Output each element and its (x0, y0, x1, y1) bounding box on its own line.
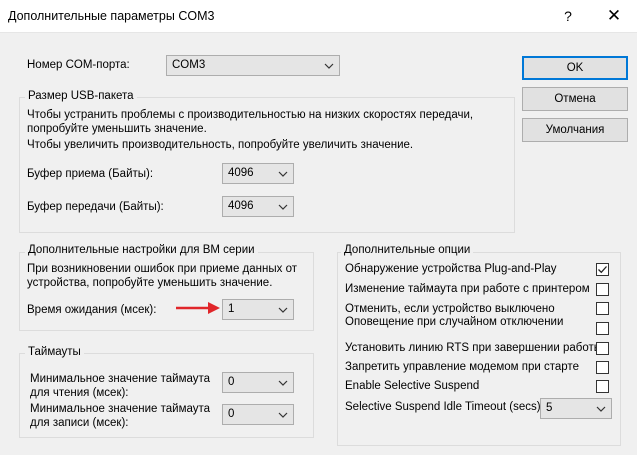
chevron-down-icon (596, 406, 606, 412)
option-checkbox-rts-on-close[interactable] (596, 342, 609, 355)
chevron-down-icon (278, 171, 288, 177)
read-timeout-value: 0 (228, 376, 235, 388)
write-timeout-label-line2: для записи (мсек): (30, 417, 129, 429)
write-timeout-value: 0 (228, 408, 235, 420)
cancel-button[interactable]: Отмена (522, 87, 628, 111)
read-timeout-label-line2: для чтения (мсек): (30, 387, 129, 399)
latency-label: Время ожидания (мсек): (27, 304, 157, 316)
option-checkbox-cancel-if-off[interactable] (596, 302, 609, 315)
option-checkbox-printer-timeout[interactable] (596, 283, 609, 296)
close-button[interactable]: ✕ (594, 2, 634, 30)
write-timeout-label-line1: Минимальное значение таймаута (30, 403, 211, 415)
ok-button[interactable]: OK (522, 56, 628, 80)
latency-value: 1 (228, 303, 235, 315)
option-label-rts-on-close: Установить линию RTS при завершении рабо… (345, 342, 603, 354)
chevron-down-icon (324, 63, 334, 69)
option-label-disable-modem-ctrl: Запретить управление модемом при старте (345, 361, 579, 373)
idle-timeout-value: 5 (546, 402, 553, 414)
arrow-right-icon (176, 302, 220, 314)
option-checkbox-disable-modem-ctrl[interactable] (596, 361, 609, 374)
option-label-cancel-if-off: Отменить, если устройство выключено (345, 303, 555, 315)
help-button[interactable]: ? (548, 2, 588, 30)
chevron-down-icon (278, 307, 288, 313)
chevron-down-icon (278, 204, 288, 210)
read-timeout-select[interactable]: 0 (222, 372, 294, 393)
usb-desc-line1: Чтобы устранить проблемы с производитель… (27, 109, 474, 121)
tx-buffer-value: 4096 (228, 200, 254, 212)
title-bar: Дополнительные параметры COM3 ? ✕ (0, 0, 637, 32)
option-checkbox-selective-suspend[interactable] (596, 380, 609, 393)
option-label-selective-suspend: Enable Selective Suspend (345, 380, 480, 392)
option-label-surprise-removal-text: Оповещение при случайном отключении устр… (345, 316, 564, 328)
bm-desc-line1: При возникновении ошибок при приеме данн… (27, 263, 297, 275)
option-label-pnp: Обнаружение устройства Plug-and-Play (345, 263, 557, 275)
write-timeout-select[interactable]: 0 (222, 404, 294, 425)
port-label: Номер COM-порта: (27, 59, 130, 71)
bm-group-label: Дополнительные настройки для BM серии (25, 244, 258, 256)
idle-timeout-label: Selective Suspend Idle Timeout (secs): (345, 401, 544, 413)
options-group-label: Дополнительные опции (341, 244, 474, 256)
chevron-down-icon (278, 412, 288, 418)
option-label-surprise-removal: Оповещение при случайном отключении устр… (345, 316, 585, 329)
usb-desc-line2: попробуйте уменьшить значение. (27, 123, 207, 135)
checkmark-icon (598, 266, 607, 274)
title-divider (0, 32, 637, 33)
option-checkbox-surprise-removal[interactable] (596, 322, 609, 335)
option-checkbox-pnp[interactable] (596, 263, 609, 276)
tx-buffer-select[interactable]: 4096 (222, 196, 294, 217)
read-timeout-label-line1: Минимальное значение таймаута (30, 373, 211, 385)
port-select[interactable]: COM3 (166, 55, 340, 76)
rx-buffer-label: Буфер приема (Байты): (27, 168, 154, 180)
defaults-button[interactable]: Умолчания (522, 118, 628, 142)
latency-select[interactable]: 1 (222, 299, 294, 320)
chevron-down-icon (278, 380, 288, 386)
port-value: COM3 (172, 59, 206, 71)
option-label-printer-timeout: Изменение таймаута при работе с принтеро… (345, 283, 590, 295)
usb-desc-line3: Чтобы увеличить производительность, попр… (27, 139, 414, 151)
idle-timeout-select[interactable]: 5 (540, 398, 612, 419)
window-title: Дополнительные параметры COM3 (8, 9, 215, 23)
rx-buffer-select[interactable]: 4096 (222, 163, 294, 184)
usb-group-label: Размер USB-пакета (25, 90, 137, 102)
bm-desc-line2: устройства, попробуйте уменьшить значени… (27, 277, 273, 289)
timeouts-group-label: Таймауты (25, 346, 84, 358)
tx-buffer-label: Буфер передачи (Байты): (27, 201, 164, 213)
rx-buffer-value: 4096 (228, 167, 254, 179)
